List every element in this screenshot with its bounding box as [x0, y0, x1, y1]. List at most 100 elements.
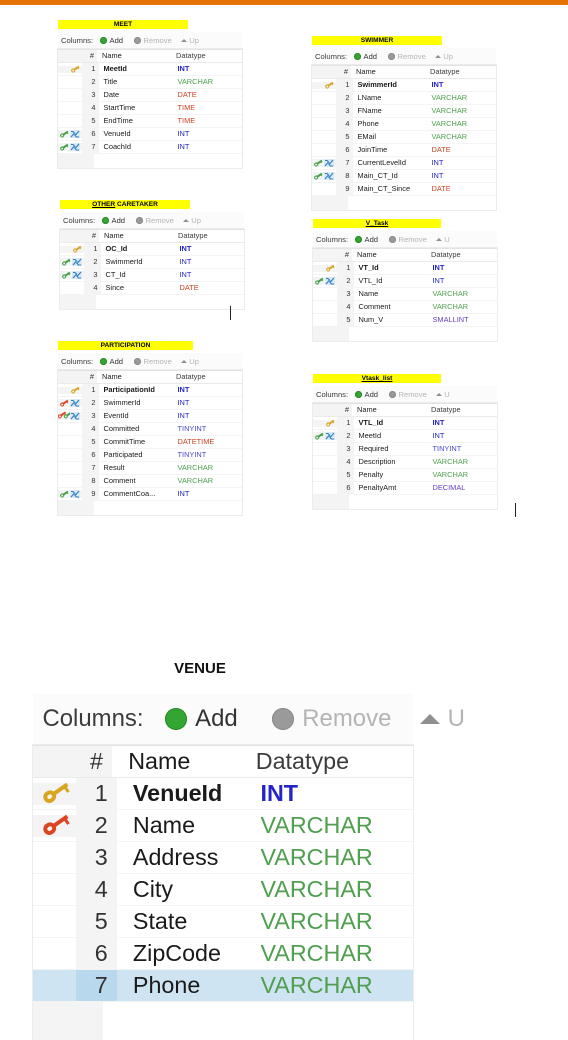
- row-column-name[interactable]: VT_Id: [354, 262, 429, 274]
- row-column-datatype[interactable]: DATE: [428, 183, 497, 195]
- table-row[interactable]: 4 Since DATE: [60, 282, 244, 295]
- row-column-datatype[interactable]: INT: [248, 778, 413, 809]
- row-column-datatype[interactable]: INT: [428, 170, 497, 182]
- row-column-datatype[interactable]: VARCHAR: [428, 118, 497, 130]
- table-row[interactable]: 1 VTL_Id INT: [313, 417, 497, 430]
- table-row[interactable]: 2 VTL_Id INT: [313, 275, 497, 288]
- row-column-name[interactable]: Name: [117, 810, 248, 841]
- move-up-button[interactable]: U: [435, 390, 450, 399]
- row-column-name[interactable]: Phone: [353, 118, 428, 130]
- table-row[interactable]: 6 JoinTime DATE: [312, 144, 496, 157]
- table-row[interactable]: 4 Comment VARCHAR: [313, 301, 497, 314]
- add-column-button[interactable]: Add: [100, 36, 123, 45]
- row-column-name[interactable]: Num_V: [354, 314, 429, 326]
- move-up-button[interactable]: U: [419, 705, 465, 733]
- row-column-name[interactable]: Comment: [99, 475, 174, 487]
- table-row[interactable]: 4 Description VARCHAR: [313, 456, 497, 469]
- row-column-name[interactable]: VTL_Id: [354, 417, 429, 429]
- add-column-button[interactable]: Add: [100, 357, 123, 366]
- row-column-datatype[interactable]: INT: [429, 262, 498, 274]
- row-column-datatype[interactable]: INT: [429, 430, 498, 442]
- table-row[interactable]: 1 SwimmerId INT: [312, 79, 496, 92]
- table-row[interactable]: 5 EMail VARCHAR: [312, 131, 496, 144]
- row-column-name[interactable]: MeetId: [354, 430, 429, 442]
- table-row[interactable]: 7 CurrentLevelId INT: [312, 157, 496, 170]
- table-row[interactable]: 6 Participated TINYINT: [58, 449, 242, 462]
- row-column-datatype[interactable]: INT: [176, 269, 245, 281]
- remove-column-button[interactable]: Remove: [136, 216, 174, 225]
- table-row[interactable]: 2 SwimmerId INT: [58, 397, 242, 410]
- row-column-datatype[interactable]: DATE: [428, 144, 497, 156]
- table-row[interactable]: 9 CommentCoa... INT: [58, 488, 242, 501]
- row-column-datatype[interactable]: TINYINT: [174, 423, 243, 435]
- remove-column-button[interactable]: Remove: [134, 36, 172, 45]
- row-column-name[interactable]: Main_CT_Since: [353, 183, 428, 195]
- row-column-datatype[interactable]: INT: [176, 256, 245, 268]
- row-column-name[interactable]: Description: [354, 456, 429, 468]
- row-column-datatype[interactable]: INT: [429, 417, 498, 429]
- row-column-datatype[interactable]: DATE: [176, 282, 245, 294]
- row-column-name[interactable]: Comment: [354, 301, 429, 313]
- add-column-button[interactable]: Add: [102, 216, 125, 225]
- row-column-name[interactable]: CT_Id: [101, 269, 176, 281]
- row-column-datatype[interactable]: VARCHAR: [429, 301, 498, 313]
- row-column-name[interactable]: Main_CT_Id: [353, 170, 428, 182]
- row-column-datatype[interactable]: INT: [174, 488, 243, 500]
- add-column-button[interactable]: Add: [165, 705, 238, 733]
- row-column-name[interactable]: City: [117, 874, 248, 905]
- row-column-name[interactable]: SwimmerId: [353, 79, 428, 91]
- table-row[interactable]: 5 State VARCHAR: [33, 906, 413, 939]
- table-row[interactable]: 5 CommitTime DATETIME: [58, 436, 242, 449]
- table-row[interactable]: 4 StartTime TIME: [58, 102, 242, 115]
- row-column-datatype[interactable]: VARCHAR: [429, 456, 498, 468]
- row-column-datatype[interactable]: DATETIME: [174, 436, 243, 448]
- table-row[interactable]: 3 Address VARCHAR: [33, 842, 413, 875]
- row-column-name[interactable]: Phone: [117, 970, 248, 1001]
- row-column-name[interactable]: VenueId: [99, 128, 174, 140]
- table-row[interactable]: 2 SwimmerId INT: [60, 256, 244, 269]
- move-up-button[interactable]: Up: [180, 36, 199, 45]
- row-column-name[interactable]: CommitTime: [99, 436, 174, 448]
- row-column-datatype[interactable]: DATE: [174, 89, 243, 101]
- row-column-datatype[interactable]: TINYINT: [429, 443, 498, 455]
- row-column-name[interactable]: CommentCoa...: [99, 488, 174, 500]
- row-column-datatype[interactable]: INT: [174, 141, 243, 153]
- table-row[interactable]: 5 EndTime TIME: [58, 115, 242, 128]
- row-column-datatype[interactable]: VARCHAR: [248, 874, 413, 905]
- row-column-name[interactable]: Name: [354, 288, 429, 300]
- row-column-name[interactable]: JoinTime: [353, 144, 428, 156]
- row-column-datatype[interactable]: VARCHAR: [429, 469, 498, 481]
- table-row[interactable]: 3 FName VARCHAR: [312, 105, 496, 118]
- table-row[interactable]: 2 Name VARCHAR: [33, 810, 413, 843]
- remove-column-button[interactable]: Remove: [389, 235, 427, 244]
- table-row[interactable]: 8 Comment VARCHAR: [58, 475, 242, 488]
- table-row[interactable]: 3 Date DATE: [58, 89, 242, 102]
- row-column-name[interactable]: StartTime: [99, 102, 174, 114]
- row-column-datatype[interactable]: VARCHAR: [428, 105, 497, 117]
- add-column-button[interactable]: Add: [354, 52, 377, 61]
- table-row[interactable]: 2 LName VARCHAR: [312, 92, 496, 105]
- table-row[interactable]: 1 OC_Id INT: [60, 243, 244, 256]
- remove-column-button[interactable]: Remove: [134, 357, 172, 366]
- table-row[interactable]: 6 ZipCode VARCHAR: [33, 938, 413, 971]
- row-column-datatype[interactable]: INT: [174, 384, 243, 396]
- table-row[interactable]: 3 EventId INT: [58, 410, 242, 423]
- row-column-name[interactable]: OC_Id: [101, 243, 176, 255]
- row-column-name[interactable]: State: [117, 906, 248, 937]
- row-column-datatype[interactable]: TIME: [174, 102, 243, 114]
- row-column-datatype[interactable]: INT: [176, 243, 245, 255]
- add-column-button[interactable]: Add: [355, 235, 378, 244]
- row-column-datatype[interactable]: VARCHAR: [428, 131, 497, 143]
- row-column-name[interactable]: SwimmerId: [101, 256, 176, 268]
- row-column-name[interactable]: EndTime: [99, 115, 174, 127]
- row-column-name[interactable]: Committed: [99, 423, 174, 435]
- row-column-name[interactable]: EMail: [353, 131, 428, 143]
- row-column-name[interactable]: Result: [99, 462, 174, 474]
- table-row[interactable]: 1 VenueId INT: [33, 778, 413, 811]
- row-column-datatype[interactable]: VARCHAR: [248, 938, 413, 969]
- remove-column-button[interactable]: Remove: [272, 705, 391, 733]
- row-column-datatype[interactable]: VARCHAR: [248, 906, 413, 937]
- table-row[interactable]: 5 Num_V SMALLINT: [313, 314, 497, 327]
- row-column-name[interactable]: CurrentLevelId: [353, 157, 428, 169]
- table-row[interactable]: 3 Required TINYINT: [313, 443, 497, 456]
